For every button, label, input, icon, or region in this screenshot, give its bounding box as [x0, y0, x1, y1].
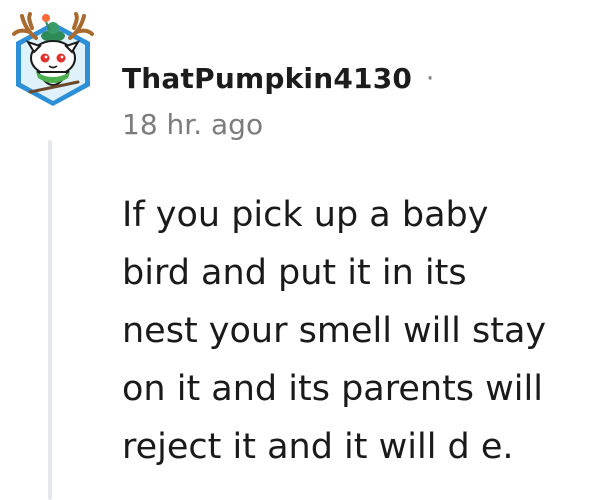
comment-author[interactable]: ThatPumpkin4130 — [122, 62, 412, 96]
comment-body-line: on it and its parents will — [122, 369, 543, 409]
comment-body-line: reject it and it will d e. — [122, 427, 514, 467]
comment-body-line: If you pick up a baby — [122, 195, 489, 235]
snoo-avatar-with-antlers-icon — [12, 12, 94, 106]
avatar[interactable] — [8, 8, 98, 108]
meta-separator: · — [426, 64, 435, 94]
comment: ThatPumpkin4130 · 18 hr. ago If you pick… — [0, 0, 599, 500]
comment-body-line: nest your smell will stay — [122, 311, 547, 351]
comment-timestamp[interactable]: 18 hr. ago — [122, 108, 263, 142]
thread-line[interactable] — [48, 140, 52, 500]
comment-body-line: bird and put it in its — [122, 253, 467, 293]
comment-body: If you pick up a baby bird and put it in… — [122, 186, 592, 476]
